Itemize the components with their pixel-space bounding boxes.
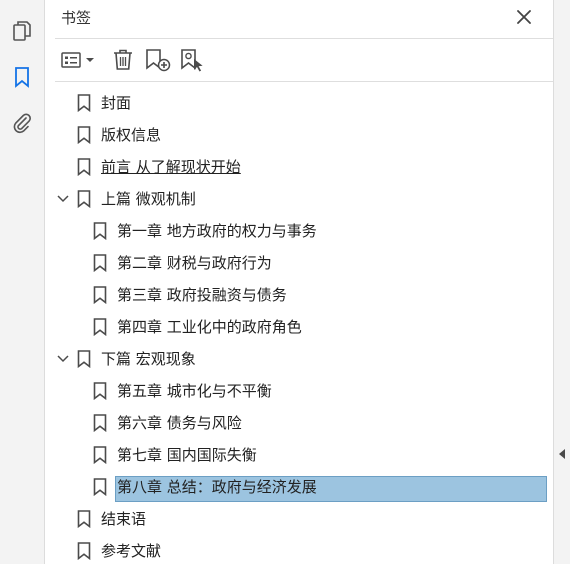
bookmark-label: 第七章 国内国际失衡: [117, 446, 257, 464]
bookmark-item[interactable]: 第二章 财税与政府行为: [45, 250, 553, 276]
bookmark-icon: [77, 94, 91, 113]
close-icon[interactable]: [513, 6, 535, 28]
bookmark-label: 下篇 宏观现象: [101, 350, 196, 368]
bookmark-icon: [93, 222, 107, 241]
new-bookmark-from-structure-icon[interactable]: [180, 46, 206, 74]
left-navigation-rail: [0, 0, 45, 564]
bookmark-label: 第四章 工业化中的政府角色: [117, 318, 302, 336]
bookmark-item[interactable]: 第五章 城市化与不平衡: [45, 378, 553, 404]
bookmark-icon[interactable]: [8, 63, 36, 91]
bookmark-item[interactable]: 结束语: [45, 506, 553, 532]
bookmark-label: 上篇 微观机制: [101, 190, 196, 208]
bookmark-icon: [93, 254, 107, 273]
bookmark-icon: [77, 542, 91, 561]
collapse-arrow-icon[interactable]: [559, 449, 565, 459]
bookmarks-panel: 书签 封面 版权信息 前言 从了解现状开始 上篇 微观机制 第一章 地方政府的权…: [45, 0, 553, 564]
bookmark-item[interactable]: 第三章 政府投融资与债务: [45, 282, 553, 308]
bookmark-icon: [77, 510, 91, 529]
bookmark-item[interactable]: 封面: [45, 90, 553, 116]
divider: [55, 38, 553, 39]
bookmark-label: 版权信息: [101, 126, 162, 144]
bookmark-icon: [93, 318, 107, 337]
bookmark-icon: [77, 158, 91, 177]
bookmark-label: 封面: [101, 94, 132, 112]
bookmark-label: 前言 从了解现状开始: [101, 158, 241, 176]
bookmark-item[interactable]: 参考文献: [45, 538, 553, 564]
bookmark-icon: [93, 286, 107, 305]
bookmark-icon: [77, 350, 91, 369]
attachment-icon[interactable]: [8, 109, 36, 137]
bookmark-label: 第一章 地方政府的权力与事务: [117, 222, 317, 240]
panel-title: 书签: [61, 9, 92, 27]
bookmark-label: 第六章 债务与风险: [117, 414, 242, 432]
chevron-down-icon[interactable]: [55, 351, 71, 367]
options-menu-icon[interactable]: [61, 46, 97, 74]
bookmark-item[interactable]: 前言 从了解现状开始: [45, 154, 553, 180]
bookmark-label: 参考文献: [101, 542, 162, 560]
bookmark-item[interactable]: 第七章 国内国际失衡: [45, 442, 553, 468]
divider: [55, 81, 553, 82]
bookmark-item[interactable]: 上篇 微观机制: [45, 186, 553, 212]
bookmark-icon: [93, 382, 107, 401]
bookmark-item[interactable]: 第一章 地方政府的权力与事务: [45, 218, 553, 244]
bookmark-item[interactable]: 下篇 宏观现象: [45, 346, 553, 372]
delete-icon[interactable]: [111, 46, 135, 74]
bookmark-item[interactable]: 版权信息: [45, 122, 553, 148]
bookmark-label: 第五章 城市化与不平衡: [117, 382, 272, 400]
bookmark-label: 第三章 政府投融资与债务: [117, 286, 287, 304]
bookmark-icon: [93, 478, 107, 497]
bookmark-label: 第二章 财税与政府行为: [117, 254, 272, 272]
bookmark-label: 第八章 总结：政府与经济发展: [117, 478, 317, 496]
bookmark-icon: [77, 190, 91, 209]
new-bookmark-icon[interactable]: [145, 46, 171, 74]
bookmark-item[interactable]: 第八章 总结：政府与经济发展: [45, 474, 553, 500]
panel-resize-strip[interactable]: [553, 0, 570, 564]
bookmark-icon: [77, 126, 91, 145]
bookmark-label: 结束语: [101, 510, 147, 528]
chevron-down-icon[interactable]: [55, 191, 71, 207]
pages-icon[interactable]: [8, 17, 36, 45]
bookmark-item[interactable]: 第四章 工业化中的政府角色: [45, 314, 553, 340]
bookmark-item[interactable]: 第六章 债务与风险: [45, 410, 553, 436]
bookmarks-toolbar: [45, 44, 553, 76]
bookmark-icon: [93, 446, 107, 465]
bookmark-icon: [93, 414, 107, 433]
